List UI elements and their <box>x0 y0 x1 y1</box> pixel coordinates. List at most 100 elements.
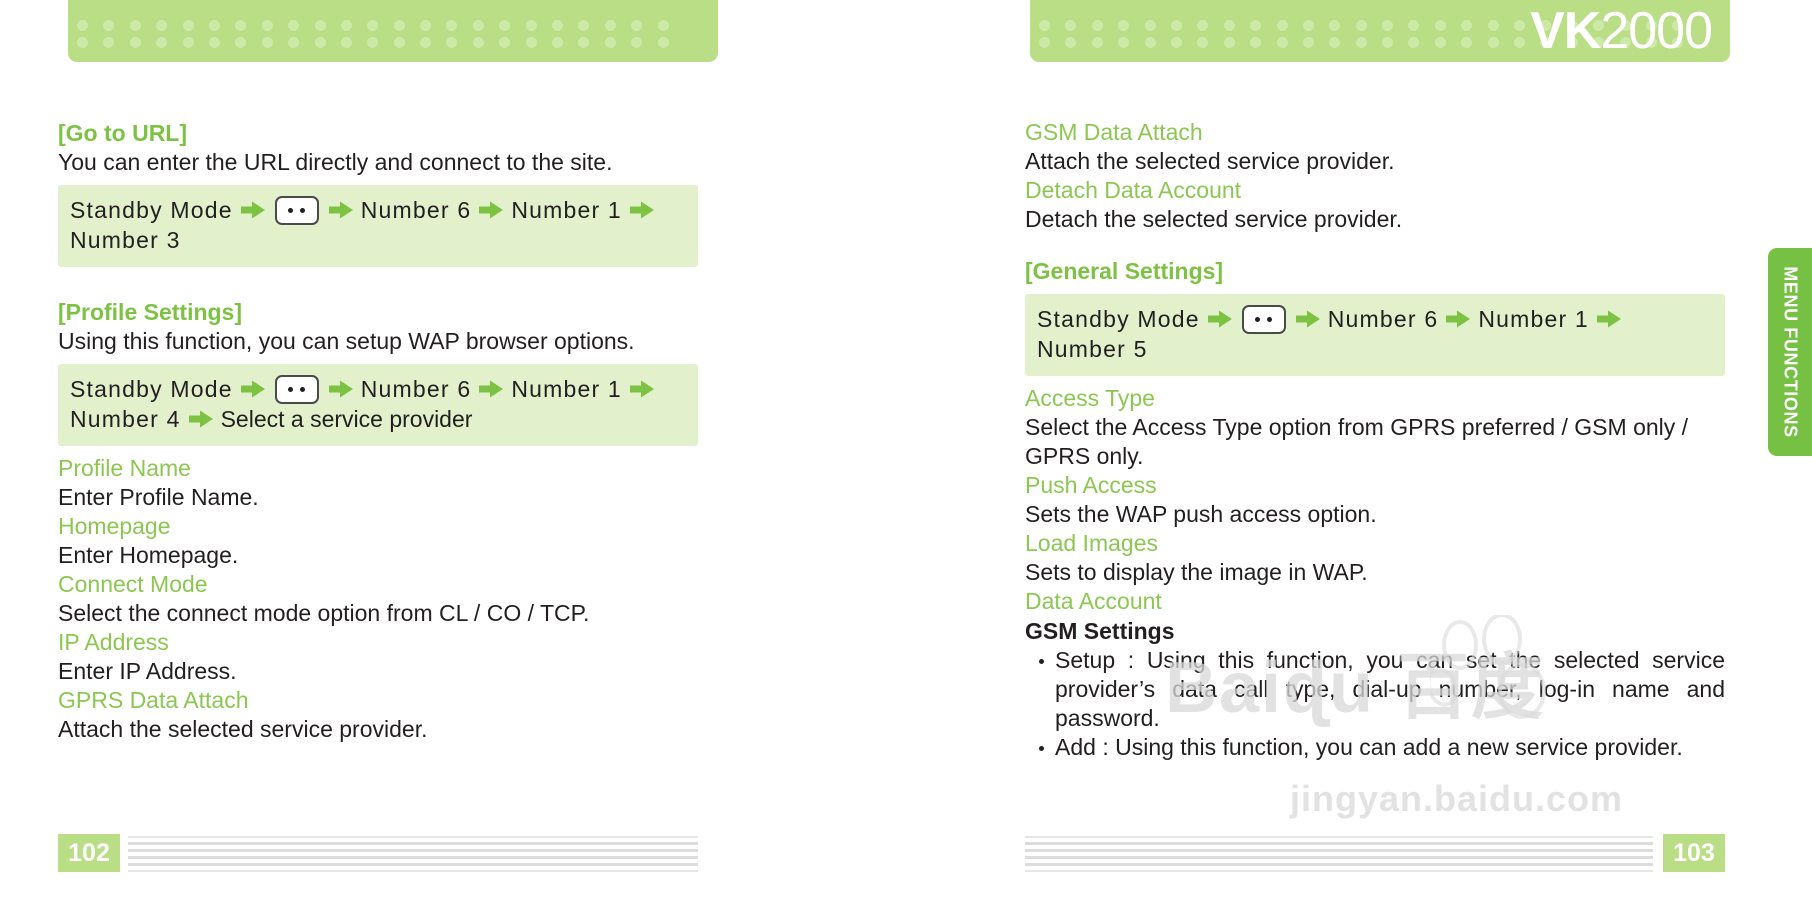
item-label-gprs-data-attach: GPRS Data Attach <box>58 687 249 713</box>
left-column-content: [Go to URL] You can enter the URL direct… <box>58 118 698 744</box>
header-dot <box>393 20 405 31</box>
footer-stripe <box>1025 870 1653 872</box>
key-dot <box>288 207 294 213</box>
nav-path-token-number-6: Number 6 <box>360 376 472 402</box>
header-band-left <box>68 0 718 62</box>
item-text-ip-address: Enter IP Address. <box>58 658 237 684</box>
header-dot <box>314 37 326 48</box>
arrow-right-icon <box>478 379 504 399</box>
header-dot <box>472 20 484 31</box>
header-dot <box>1514 20 1526 31</box>
item-label-gsm-data-attach: GSM Data Attach <box>1025 119 1203 145</box>
nav-path-line: Number 3 <box>70 225 686 255</box>
header-dot <box>446 20 458 31</box>
footer-stripe <box>128 870 698 872</box>
list-item: Add : Using this function, you can add a… <box>1039 733 1725 762</box>
header-dot <box>1408 37 1420 48</box>
header-dot <box>1250 20 1262 31</box>
header-dot <box>393 37 405 48</box>
footer-stripe <box>1025 849 1653 852</box>
header-dot <box>1302 37 1314 48</box>
header-dot <box>1170 20 1182 31</box>
arrow-right-icon <box>240 200 266 220</box>
nav-path-token-number-6: Number 6 <box>360 197 472 223</box>
key-dot <box>288 386 294 392</box>
item-text-connect-mode: Select the connect mode option from CL /… <box>58 600 590 626</box>
arrow-right-icon <box>240 379 266 399</box>
header-dot <box>1382 37 1394 48</box>
header-dot <box>1355 37 1367 48</box>
arrow-right-icon <box>1596 309 1622 329</box>
header-dot <box>420 37 432 48</box>
header-dot <box>367 20 379 31</box>
header-dot <box>340 20 352 31</box>
header-dot <box>182 37 194 48</box>
footer-stripe <box>128 863 698 866</box>
header-dot <box>156 37 168 48</box>
header-dot <box>1197 20 1209 31</box>
header-dot <box>1329 37 1341 48</box>
nav-path-token-number-6: Number 6 <box>1327 306 1439 332</box>
header-dot <box>1355 20 1367 31</box>
key-dot <box>300 386 306 392</box>
arrow-right-icon <box>478 200 504 220</box>
header-dot <box>1144 20 1156 31</box>
header-dot <box>261 20 273 31</box>
nav-path-box-general-settings: Standby Mode Number 6 Number 1 Number 5 <box>1025 294 1725 376</box>
nav-path-token-number-5: Number 5 <box>1037 336 1148 362</box>
header-dot <box>1302 20 1314 31</box>
header-dot <box>1197 37 1209 48</box>
list-item: Setup : Using this function, you can set… <box>1039 646 1725 733</box>
header-dot <box>288 20 300 31</box>
nav-path-line: Standby Mode Number 6 Number 1 <box>70 195 686 225</box>
header-dot <box>1487 37 1499 48</box>
header-dot <box>1408 20 1420 31</box>
page-right: VK2000 GSM Data Attach Attach the select… <box>1012 0 1812 904</box>
arrow-right-icon <box>629 379 655 399</box>
nav-path-token-number-4: Number 4 <box>70 406 181 432</box>
brand-logo: VK2000 <box>1530 2 1713 60</box>
header-dot <box>472 37 484 48</box>
side-tab-menu-functions[interactable]: MENU FUNCTIONS <box>1768 248 1812 456</box>
header-dot <box>1487 20 1499 31</box>
arrow-right-icon <box>629 200 655 220</box>
header-dot <box>1170 37 1182 48</box>
header-dot <box>1065 37 1077 48</box>
dot-row <box>77 20 714 31</box>
item-text-gsm-data-attach: Attach the selected service provider. <box>1025 148 1395 174</box>
header-dot <box>208 37 220 48</box>
header-dot <box>261 37 273 48</box>
section-heading-go-to-url: [Go to URL] <box>58 120 188 146</box>
header-dot <box>1276 20 1288 31</box>
header-dot <box>314 20 326 31</box>
header-dot <box>77 37 88 48</box>
section-description-go-to-url: You can enter the URL directly and conne… <box>58 149 613 175</box>
nav-path-line: Standby Mode Number 6 Number 1 <box>1037 304 1713 334</box>
arrow-right-icon <box>1295 309 1321 329</box>
right-column-content: GSM Data Attach Attach the selected serv… <box>1025 118 1725 762</box>
key-dot <box>1255 316 1261 322</box>
header-dot <box>129 37 141 48</box>
header-dot <box>1144 37 1156 48</box>
item-text-detach-data-account: Detach the selected service provider. <box>1025 206 1403 232</box>
header-dot <box>288 37 300 48</box>
header-dot <box>1118 37 1130 48</box>
gsm-settings-bullet-list: Setup : Using this function, you can set… <box>1025 646 1725 762</box>
header-dot <box>578 20 590 31</box>
section-heading-profile-settings: [Profile Settings] <box>58 299 243 325</box>
header-dot <box>1223 20 1235 31</box>
header-dot <box>525 37 537 48</box>
footer-stripe <box>128 836 698 838</box>
key-dot <box>300 207 306 213</box>
header-dot <box>525 20 537 31</box>
arrow-right-icon <box>328 200 354 220</box>
footer-stripe <box>1025 836 1653 838</box>
header-dot <box>604 37 616 48</box>
header-dot <box>367 37 379 48</box>
header-dot <box>552 37 564 48</box>
nav-path-box-profile-settings: Standby Mode Number 6 Number 1 Number 4 … <box>58 364 698 446</box>
nav-path-token-standby-mode: Standby Mode <box>70 376 233 402</box>
header-dot <box>103 20 115 31</box>
header-dot <box>77 20 88 31</box>
